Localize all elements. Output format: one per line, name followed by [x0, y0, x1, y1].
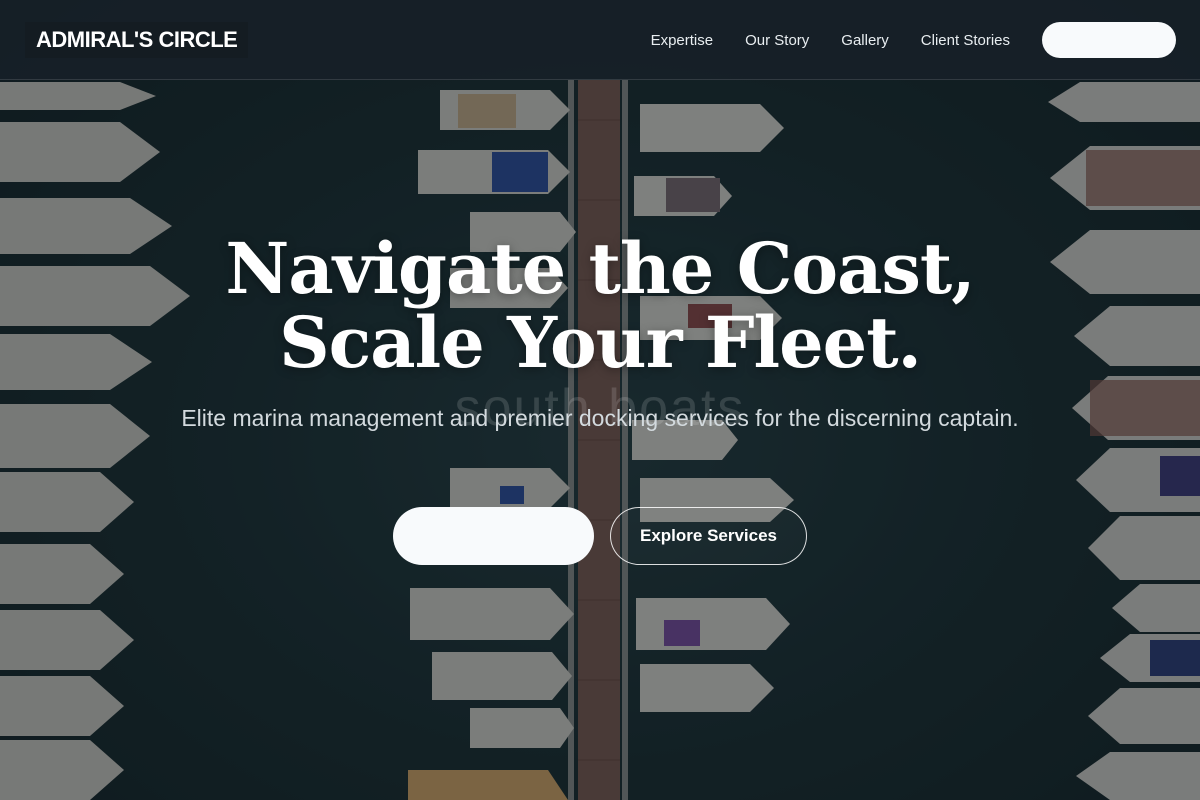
site-header: ADMIRAL'S CIRCLE Expertise Our Story Gal… [0, 0, 1200, 80]
nav-link-our-story[interactable]: Our Story [745, 32, 809, 49]
nav-link-expertise[interactable]: Expertise [651, 32, 714, 49]
explore-services-button[interactable]: Explore Services [610, 507, 807, 565]
brand-logo[interactable]: ADMIRAL'S CIRCLE [25, 22, 249, 58]
hero-primary-button[interactable] [393, 507, 594, 565]
hero-title: Navigate the Coast, Scale Your Fleet. [225, 227, 975, 384]
main-nav: Expertise Our Story Gallery Client Stori… [651, 0, 1010, 80]
nav-link-gallery[interactable]: Gallery [841, 32, 889, 49]
hero-subtitle: Elite marina management and premier dock… [181, 405, 1019, 431]
header-cta-button[interactable] [1042, 22, 1176, 58]
nav-link-client-stories[interactable]: Client Stories [921, 32, 1010, 49]
